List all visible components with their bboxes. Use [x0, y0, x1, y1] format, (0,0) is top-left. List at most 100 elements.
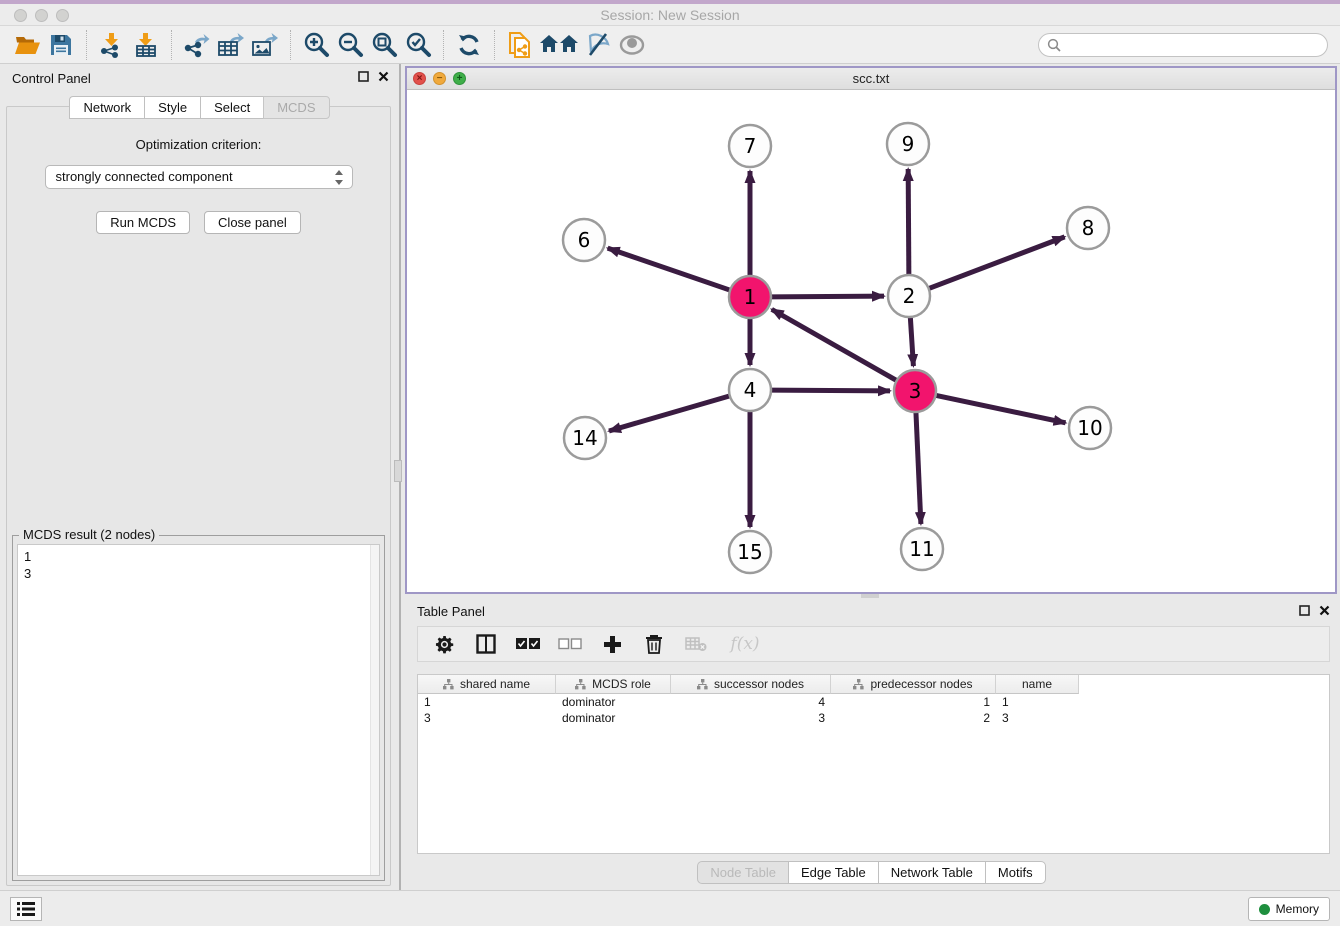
table-cell[interactable]: 1 [996, 694, 1079, 710]
criterion-selected-value: strongly connected component [56, 169, 233, 184]
node-label-6: 6 [578, 228, 591, 252]
session-title: Session: New Session [0, 7, 1340, 23]
table-cell[interactable]: 3 [996, 710, 1079, 726]
task-history-button[interactable] [10, 897, 42, 921]
refresh-layout-icon[interactable] [452, 29, 486, 61]
clone-network-icon[interactable] [503, 29, 537, 61]
column-header-successor-nodes[interactable]: successor nodes [671, 675, 831, 694]
column-header-label: predecessor nodes [870, 677, 972, 691]
vertical-splitter-handle[interactable] [394, 460, 402, 482]
edge-3-1[interactable] [772, 309, 897, 380]
mcds-result-box: MCDS result (2 nodes) 1 3 [12, 535, 385, 881]
search-field[interactable] [1038, 33, 1328, 57]
criterion-select[interactable]: strongly connected component [45, 165, 353, 189]
column-header-name[interactable]: name [996, 675, 1079, 694]
edge-1-2[interactable] [771, 296, 884, 297]
column-type-icon [853, 679, 864, 690]
column-header-predecessor-nodes[interactable]: predecessor nodes [831, 675, 996, 694]
table-tab-motifs[interactable]: Motifs [985, 861, 1046, 884]
memory-button[interactable]: Memory [1248, 897, 1330, 921]
function-builder-icon: f(x) [726, 632, 764, 656]
edge-3-10[interactable] [936, 395, 1066, 422]
import-network-icon[interactable] [95, 29, 129, 61]
table-tab-node-table[interactable]: Node Table [697, 861, 788, 884]
table-cell[interactable]: dominator [556, 710, 671, 726]
close-panel-button[interactable]: Close panel [204, 211, 301, 234]
save-session-icon[interactable] [44, 29, 78, 61]
float-table-panel-icon[interactable] [1299, 605, 1310, 616]
close-panel-icon[interactable] [378, 71, 389, 82]
column-type-icon [575, 679, 586, 690]
edge-2-9[interactable] [908, 169, 909, 275]
select-all-rows-icon[interactable] [516, 632, 540, 656]
show-all-icon[interactable] [615, 29, 649, 61]
export-table-icon[interactable] [214, 29, 248, 61]
control-tab-select[interactable]: Select [200, 96, 263, 119]
title-bar: Session: New Session [0, 0, 1340, 26]
export-network-icon[interactable] [180, 29, 214, 61]
network-canvas[interactable]: 7968124314101511 [407, 90, 1335, 592]
edge-4-3[interactable] [771, 390, 890, 391]
search-icon [1047, 38, 1061, 52]
table-cell[interactable]: 3 [418, 710, 556, 726]
table-row[interactable]: 1dominator411 [418, 694, 1329, 710]
toolbar-separator [443, 30, 444, 60]
memory-status-icon [1259, 904, 1270, 915]
zoom-out-icon[interactable] [333, 29, 367, 61]
export-image-icon[interactable] [248, 29, 282, 61]
run-mcds-button[interactable]: Run MCDS [96, 211, 190, 234]
open-session-icon[interactable] [10, 29, 44, 61]
toolbar-separator [290, 30, 291, 60]
network-view-window: × − + scc.txt 7968124314101511 [405, 66, 1337, 594]
column-manager-icon[interactable] [474, 632, 498, 656]
zoom-fit-icon[interactable] [367, 29, 401, 61]
hide-selected-icon[interactable] [581, 29, 615, 61]
table-settings-icon[interactable] [432, 632, 456, 656]
node-label-1: 1 [744, 285, 757, 309]
edge-2-8[interactable] [929, 237, 1065, 289]
close-table-panel-icon[interactable] [1319, 605, 1330, 616]
table-tab-network-table[interactable]: Network Table [878, 861, 985, 884]
toolbar-separator [494, 30, 495, 60]
node-label-11: 11 [909, 537, 934, 561]
table-cell[interactable]: 4 [671, 694, 831, 710]
add-column-icon[interactable] [600, 632, 624, 656]
control-panel-tabs: NetworkStyleSelectMCDS [0, 96, 399, 119]
edge-3-11[interactable] [916, 412, 921, 524]
main-toolbar [0, 26, 1340, 64]
edge-1-6[interactable] [608, 248, 730, 290]
float-panel-icon[interactable] [358, 71, 369, 82]
table-cell[interactable]: 1 [831, 694, 996, 710]
table-row[interactable]: 3dominator323 [418, 710, 1329, 726]
edge-4-14[interactable] [609, 396, 730, 431]
control-tab-style[interactable]: Style [144, 96, 200, 119]
delete-column-icon[interactable] [642, 632, 666, 656]
deselect-all-rows-icon[interactable] [558, 632, 582, 656]
table-tab-edge-table[interactable]: Edge Table [788, 861, 878, 884]
table-cell[interactable]: 3 [671, 710, 831, 726]
control-panel: Control Panel NetworkStyleSelectMCDS Opt… [0, 64, 401, 890]
memory-label: Memory [1276, 902, 1319, 916]
table-cell[interactable]: 2 [831, 710, 996, 726]
node-table[interactable]: shared nameMCDS rolesuccessor nodes prede… [417, 674, 1330, 854]
column-header-shared-name[interactable]: shared name [418, 675, 556, 694]
column-header-MCDS-role[interactable]: MCDS role [556, 675, 671, 694]
edge-2-3[interactable] [910, 317, 913, 366]
select-stepper-icon [334, 170, 344, 186]
search-input[interactable] [1066, 38, 1327, 52]
control-tab-mcds[interactable]: MCDS [263, 96, 329, 119]
network-window-titlebar[interactable]: × − + scc.txt [407, 68, 1335, 90]
mcds-result-values: 1 3 [18, 545, 379, 585]
table-cell[interactable]: 1 [418, 694, 556, 710]
node-label-9: 9 [902, 132, 915, 156]
control-tab-network[interactable]: Network [69, 96, 144, 119]
table-cell[interactable]: dominator [556, 694, 671, 710]
network-overview-icon[interactable] [537, 29, 581, 61]
mcds-result-textarea[interactable]: 1 3 [17, 544, 380, 876]
status-bar: Memory [0, 890, 1340, 926]
column-type-icon [443, 679, 454, 690]
result-scrollbar[interactable] [370, 545, 379, 875]
zoom-selected-icon[interactable] [401, 29, 435, 61]
zoom-in-icon[interactable] [299, 29, 333, 61]
import-table-icon[interactable] [129, 29, 163, 61]
